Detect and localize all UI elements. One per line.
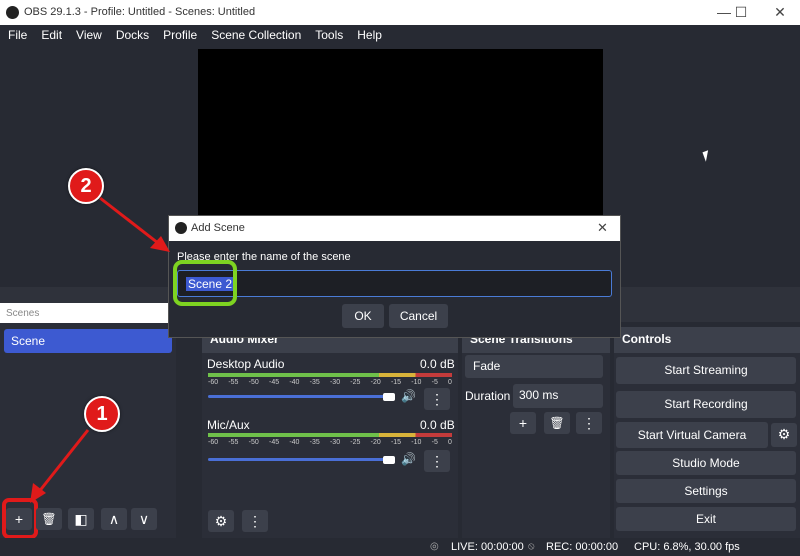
arrow-1-line [36, 429, 90, 494]
callout-2: 2 [68, 168, 104, 204]
arrow-2-line [99, 196, 159, 245]
callout-1: 1 [84, 396, 120, 432]
annotation-arrows [30, 196, 170, 503]
